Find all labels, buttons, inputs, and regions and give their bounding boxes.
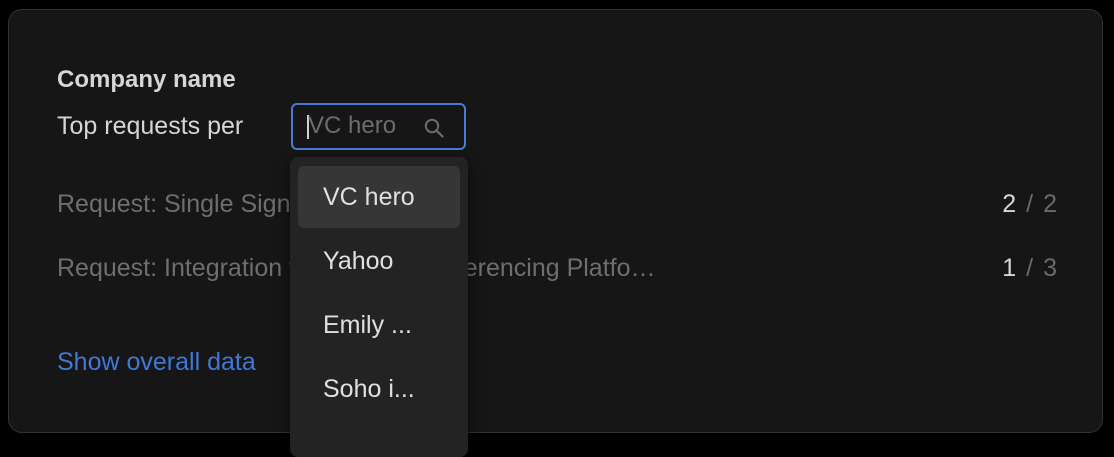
company-search-input[interactable] — [308, 111, 428, 141]
search-icon — [423, 117, 445, 139]
show-overall-data-link[interactable]: Show overall data — [57, 348, 256, 377]
request-row[interactable]: Request: Single Sign-On Integration 2/2 — [57, 190, 1057, 224]
request-current-count: 2 — [1002, 190, 1017, 218]
dropdown-option[interactable]: Emily ... — [298, 294, 460, 356]
card-subtitle: Top requests per — [57, 112, 244, 140]
request-total-count: 3 — [1043, 254, 1057, 282]
request-row[interactable]: Request: Integration with Video Conferen… — [57, 254, 1057, 288]
count-separator: / — [1026, 254, 1034, 282]
request-current-count: 1 — [1002, 254, 1017, 282]
request-count: 2 / 2 — [967, 190, 1057, 219]
company-dropdown-menu: VC hero Yahoo Emily ... Soho i... — [290, 157, 468, 457]
dropdown-option[interactable]: Soho i... — [298, 358, 460, 420]
card-title: Company name — [57, 66, 236, 93]
request-count: 1 / 3 — [967, 254, 1057, 283]
company-requests-card: Company name Top requests per Request: S… — [8, 9, 1103, 433]
company-search-field[interactable] — [291, 103, 466, 150]
dropdown-option[interactable]: Yahoo — [298, 230, 460, 292]
count-separator: / — [1026, 190, 1034, 218]
request-total-count: 2 — [1043, 190, 1057, 218]
dropdown-option[interactable]: VC hero — [298, 166, 460, 228]
